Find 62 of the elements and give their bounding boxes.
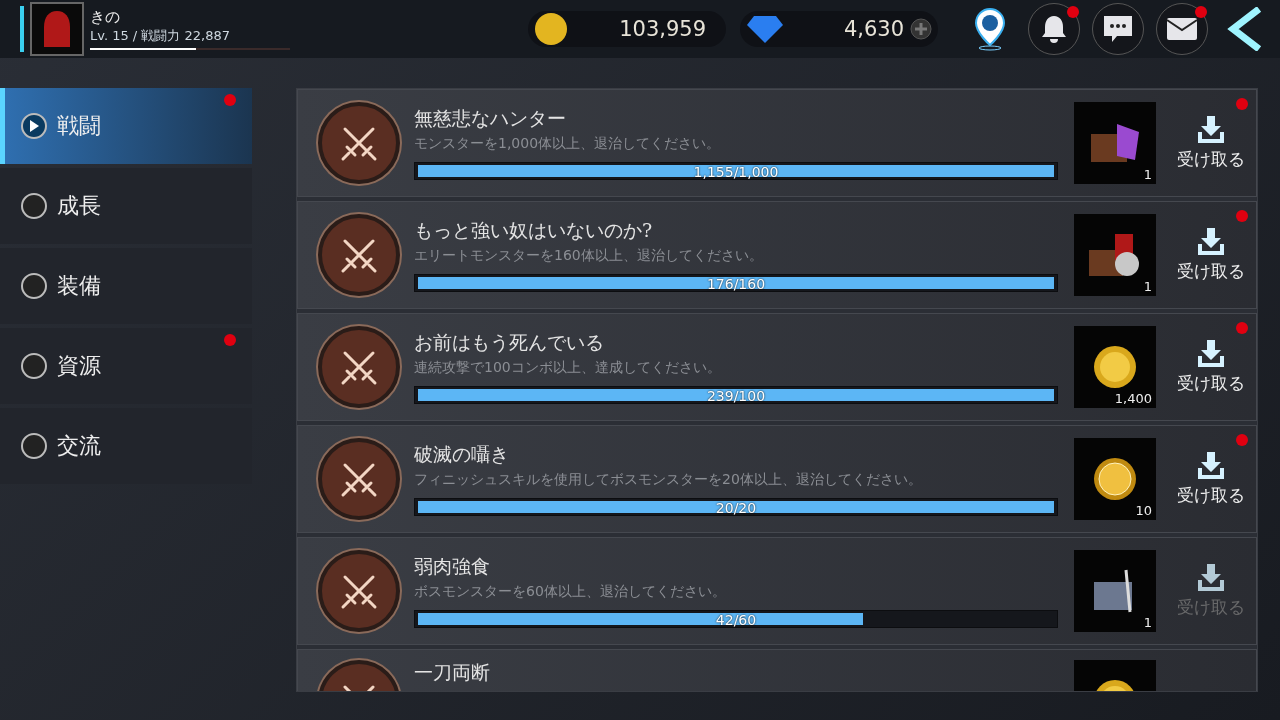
coin-icon [1092, 344, 1138, 390]
category-tab[interactable]: 交流 [0, 408, 252, 484]
help-pin-icon [973, 7, 1007, 51]
quest-title: お前はもう死んでいる [414, 330, 605, 355]
quest-title: 弱肉強食 [414, 554, 491, 579]
reward-item[interactable]: 1 [1074, 102, 1156, 184]
coin-icon [534, 12, 568, 46]
currency-amount: 103,959 [618, 17, 706, 41]
reward-count: 1 [1143, 279, 1152, 294]
progress-text: 20/20 [714, 499, 758, 517]
radio-icon [21, 273, 47, 299]
reward-item[interactable]: 1 [1074, 550, 1156, 632]
claim-button[interactable]: 受け取る [1166, 339, 1256, 395]
progress-text: 1,155/1,000 [692, 163, 780, 181]
reward-item[interactable]: 10 [1074, 438, 1156, 520]
quest-description: モンスターを1,000体以上、退治してください。 [414, 135, 722, 153]
radio-icon [21, 193, 47, 219]
quest-description: ボスモンスターを60体以上、退治してください。 [414, 583, 727, 601]
quest-description: 連続攻撃で100コンボ以上、達成してください。 [414, 359, 722, 377]
progress-text: 42/60 [714, 611, 758, 629]
category-tab[interactable]: 装備 [0, 248, 252, 324]
mail-button[interactable] [1156, 3, 1208, 55]
quest-description: エリートモンスターを160体以上、退治してください。 [414, 247, 764, 265]
helmet-icon [42, 9, 72, 49]
chat-icon [1101, 14, 1135, 44]
quest-description: フィニッシュスキルを使用してボスモンスターを20体以上、退治してください。 [414, 471, 923, 489]
download-icon [1196, 115, 1226, 144]
reward-count: 1 [1143, 615, 1152, 630]
download-icon [1196, 339, 1226, 368]
diamond-icon [746, 14, 784, 44]
quest-title: 破滅の囁き [414, 442, 510, 467]
plus-icon[interactable] [910, 18, 932, 40]
quest-title: 一刀両断 [414, 660, 491, 685]
progress-text: 239/100 [705, 387, 767, 405]
player-stats: Lv. 15 / 戦闘力 22,887 [90, 27, 231, 45]
download-icon [1196, 563, 1226, 592]
radio-icon [21, 433, 47, 459]
player-name: きの [90, 8, 121, 27]
reward-item[interactable]: 1 [1074, 214, 1156, 296]
currency-amount: 4,630 [842, 17, 904, 41]
chat-button[interactable] [1092, 3, 1144, 55]
quest-title: 無慈悲なハンター [414, 106, 567, 131]
radio-icon [21, 113, 47, 139]
download-icon [1196, 227, 1226, 256]
coin-icon [1092, 456, 1138, 502]
quest-title: もっと強い奴はいないのか? [414, 218, 654, 243]
category-tab[interactable]: 成長 [0, 168, 252, 244]
download-icon [1196, 451, 1226, 480]
claim-button[interactable]: 受け取る [1166, 115, 1256, 171]
reward-count: 1,400 [1114, 391, 1152, 406]
category-tab[interactable]: 資源 [0, 328, 252, 404]
reward-count: 1 [1143, 167, 1152, 182]
claim-button[interactable]: 受け取る [1166, 451, 1256, 507]
mail-icon [1165, 16, 1199, 42]
avatar[interactable] [30, 2, 84, 56]
progress-text: 176/160 [705, 275, 767, 293]
category-tab[interactable]: 戦闘 [0, 88, 252, 164]
reward-item[interactable]: 1,400 [1074, 326, 1156, 408]
bell-button[interactable] [1028, 3, 1080, 55]
radio-icon [21, 353, 47, 379]
reward-count: 10 [1135, 503, 1152, 518]
claim-button[interactable]: 受け取る [1166, 227, 1256, 283]
